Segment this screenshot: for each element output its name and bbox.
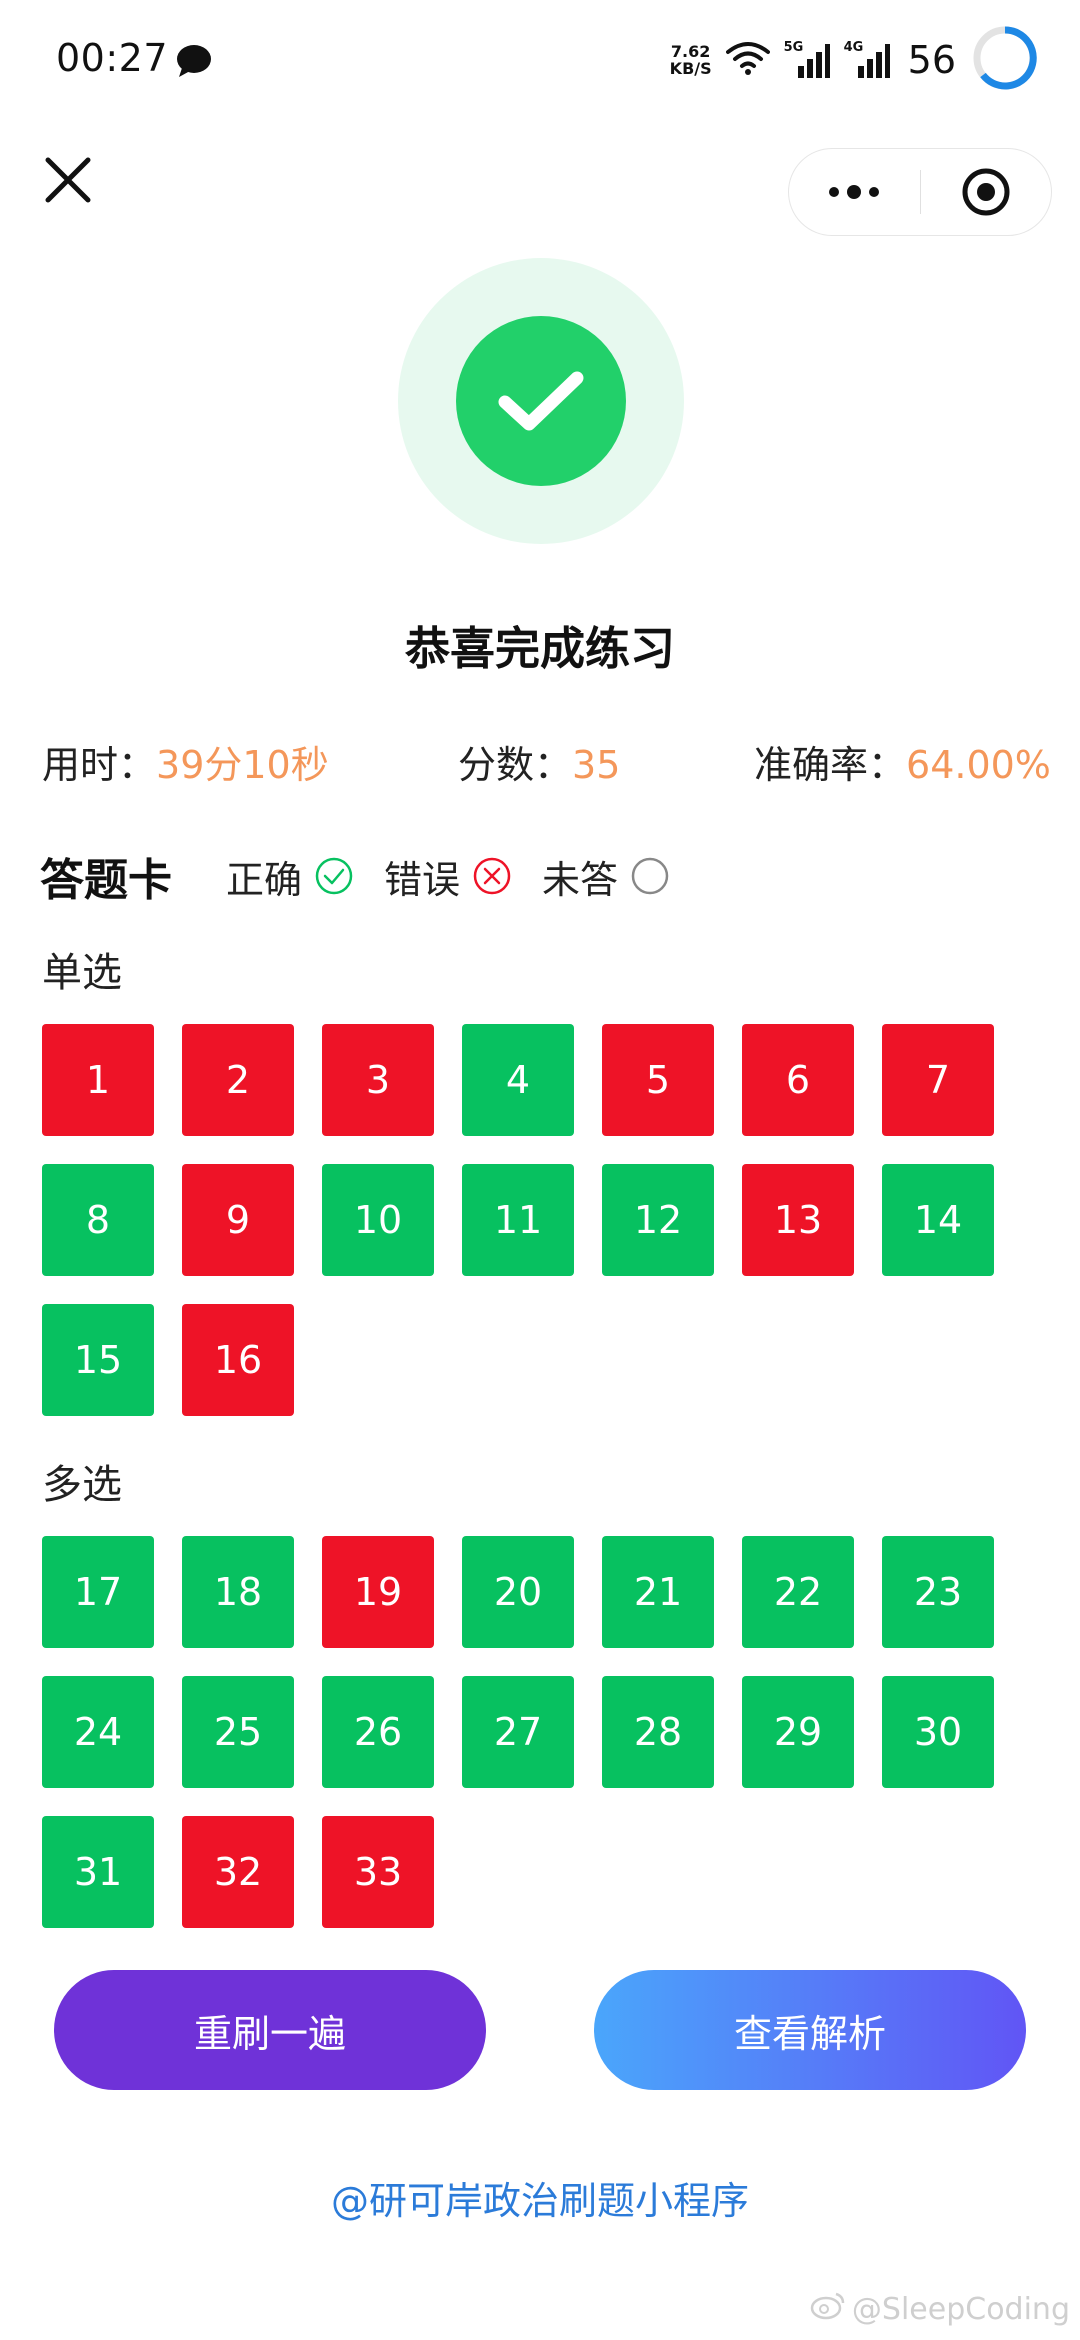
legend-unanswered: 未答 xyxy=(542,849,670,904)
question-cell-correct[interactable]: 27 xyxy=(462,1676,574,1788)
weibo-icon xyxy=(810,2290,846,2328)
stat-time-label: 用时： xyxy=(42,743,157,787)
question-cell-correct[interactable]: 18 xyxy=(182,1536,294,1648)
unanswered-circle-icon xyxy=(630,856,670,896)
question-cell-correct[interactable]: 15 xyxy=(42,1304,154,1416)
question-cell-wrong[interactable]: 7 xyxy=(882,1024,994,1136)
more-dots-icon xyxy=(829,185,880,199)
miniprogram-link[interactable]: @研可岸政治刷题小程序 xyxy=(0,2170,1080,2225)
legend-unanswered-label: 未答 xyxy=(542,857,619,902)
question-cell-correct[interactable]: 21 xyxy=(602,1536,714,1648)
section-label-multi: 多选 xyxy=(42,1462,122,1508)
question-cell-correct[interactable]: 25 xyxy=(182,1676,294,1788)
question-cell-wrong[interactable]: 19 xyxy=(322,1536,434,1648)
close-icon xyxy=(45,157,91,203)
battery-ring-icon xyxy=(970,23,1040,97)
signal-4g-icon: 4G xyxy=(844,40,890,80)
legend-correct: 正确 xyxy=(226,849,354,904)
net-speed-value: 7.62 xyxy=(670,42,711,61)
question-cell-correct[interactable]: 11 xyxy=(462,1164,574,1276)
question-cell-correct[interactable]: 26 xyxy=(322,1676,434,1788)
stat-accuracy-label: 准确率： xyxy=(754,743,907,787)
wifi-icon xyxy=(725,40,770,80)
question-cell-wrong[interactable]: 13 xyxy=(742,1164,854,1276)
correct-circle-icon xyxy=(314,856,354,896)
watermark: @SleepCoding xyxy=(810,2290,1070,2328)
question-cell-correct[interactable]: 4 xyxy=(462,1024,574,1136)
stat-score-label: 分数： xyxy=(458,743,573,787)
answer-card-header: 答题卡 正确 错误 未答 xyxy=(40,846,700,906)
success-circle xyxy=(456,316,626,486)
battery-level: 56 xyxy=(907,38,956,82)
chat-bubble-icon xyxy=(176,44,212,82)
section-label-single: 单选 xyxy=(42,950,122,996)
more-button[interactable] xyxy=(789,148,920,236)
success-badge xyxy=(398,258,684,544)
stat-time-value: 39分10秒 xyxy=(156,743,329,787)
result-stats: 用时：39分10秒 分数：35 准确率：64.00% xyxy=(40,734,1051,790)
stat-accuracy: 准确率：64.00% xyxy=(754,734,1051,789)
check-icon xyxy=(498,371,584,431)
question-cell-wrong[interactable]: 1 xyxy=(42,1024,154,1136)
status-time: 00:27 xyxy=(56,36,169,80)
question-cell-correct[interactable]: 30 xyxy=(882,1676,994,1788)
question-cell-correct[interactable]: 31 xyxy=(42,1816,154,1928)
view-analysis-button[interactable]: 查看解析 xyxy=(594,1970,1026,2090)
target-icon xyxy=(962,168,1010,216)
question-cell-correct[interactable]: 10 xyxy=(322,1164,434,1276)
status-bar: 00:27 7.62 KB/S 5G 4G 56 xyxy=(0,0,1080,120)
exit-miniprogram-button[interactable] xyxy=(921,148,1052,236)
question-cell-correct[interactable]: 24 xyxy=(42,1676,154,1788)
question-grid-multi: 17 18 19 20 21 22 23 24 25 26 27 28 29 30 31 32 33 xyxy=(42,1536,1002,1928)
status-right-group: 7.62 KB/S 5G 4G 56 xyxy=(670,22,1040,98)
answer-card-title: 答题卡 xyxy=(40,855,172,906)
question-cell-correct[interactable]: 22 xyxy=(742,1536,854,1648)
question-cell-correct[interactable]: 12 xyxy=(602,1164,714,1276)
question-cell-wrong[interactable]: 33 xyxy=(322,1816,434,1928)
watermark-text: @SleepCoding xyxy=(851,2291,1070,2327)
question-cell-wrong[interactable]: 5 xyxy=(602,1024,714,1136)
signal-5g-icon: 5G xyxy=(784,40,830,80)
close-button[interactable] xyxy=(40,152,96,208)
question-cell-wrong[interactable]: 9 xyxy=(182,1164,294,1276)
question-cell-correct[interactable]: 8 xyxy=(42,1164,154,1276)
question-cell-correct[interactable]: 17 xyxy=(42,1536,154,1648)
question-grid-single: 1 2 3 4 5 6 7 8 9 10 11 12 13 14 15 16 xyxy=(42,1024,1002,1416)
question-cell-wrong[interactable]: 2 xyxy=(182,1024,294,1136)
question-cell-correct[interactable]: 14 xyxy=(882,1164,994,1276)
question-cell-wrong[interactable]: 6 xyxy=(742,1024,854,1136)
stat-score-value: 35 xyxy=(572,743,621,787)
net-speed: 7.62 KB/S xyxy=(670,43,712,77)
wrong-circle-icon xyxy=(472,856,512,896)
question-cell-correct[interactable]: 23 xyxy=(882,1536,994,1648)
net-speed-unit: KB/S xyxy=(669,59,712,78)
result-title: 恭喜完成练习 xyxy=(404,622,675,675)
question-cell-wrong[interactable]: 16 xyxy=(182,1304,294,1416)
legend-correct-label: 正确 xyxy=(226,857,303,902)
legend-wrong-label: 错误 xyxy=(384,857,461,902)
question-cell-correct[interactable]: 20 xyxy=(462,1536,574,1648)
miniprogram-capsule xyxy=(788,148,1052,236)
stat-score: 分数：35 xyxy=(458,734,620,789)
question-cell-wrong[interactable]: 3 xyxy=(322,1024,434,1136)
stat-accuracy-value: 64.00% xyxy=(906,743,1051,787)
question-cell-wrong[interactable]: 32 xyxy=(182,1816,294,1928)
stat-time: 用时：39分10秒 xyxy=(42,734,329,789)
legend-wrong: 错误 xyxy=(384,849,512,904)
practice-result-page: 00:27 7.62 KB/S 5G 4G 56 恭喜完成练习 用时：39分10… xyxy=(0,0,1080,2340)
question-cell-correct[interactable]: 29 xyxy=(742,1676,854,1788)
question-cell-correct[interactable]: 28 xyxy=(602,1676,714,1788)
redo-button[interactable]: 重刷一遍 xyxy=(54,1970,486,2090)
